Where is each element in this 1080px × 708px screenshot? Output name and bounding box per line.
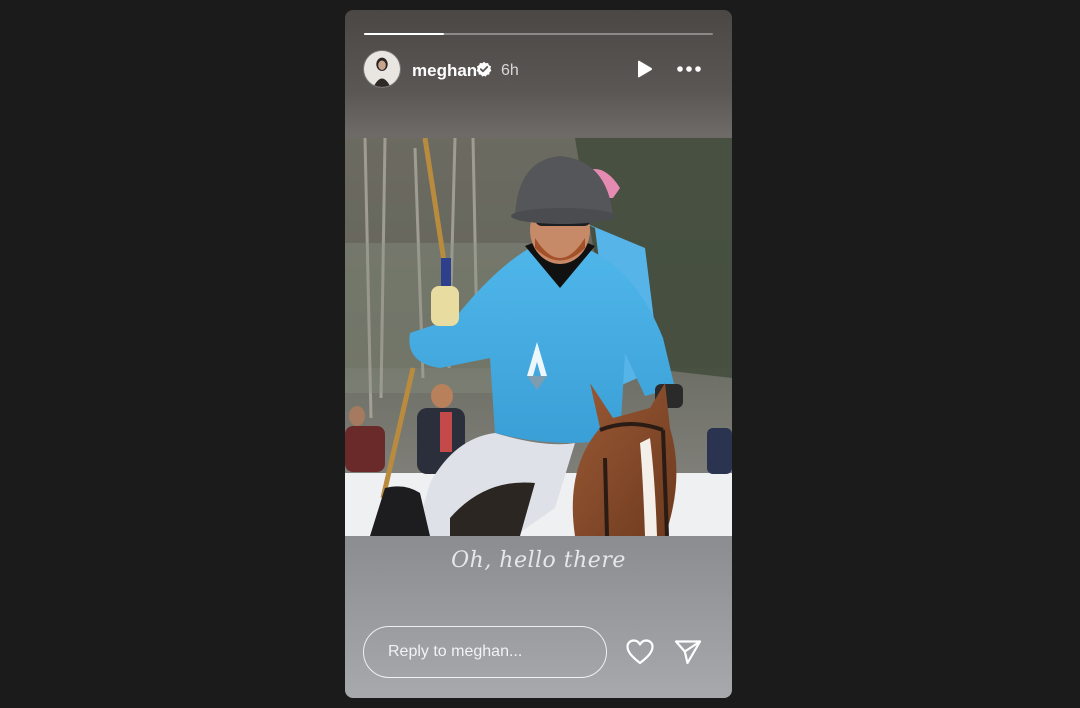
play-icon <box>638 60 653 78</box>
more-options-button[interactable] <box>676 59 702 79</box>
reply-input[interactable] <box>363 626 607 678</box>
heart-icon <box>626 639 654 665</box>
avatar[interactable] <box>363 50 401 88</box>
play-button[interactable] <box>634 59 654 79</box>
verified-badge-icon <box>476 61 492 77</box>
username[interactable]: meghan <box>412 61 477 81</box>
send-icon <box>674 640 702 665</box>
post-time: 6h <box>501 62 519 79</box>
story-progress-fill <box>364 33 445 35</box>
polo-photo-illustration <box>345 138 732 536</box>
like-button[interactable] <box>625 638 655 666</box>
story-progress-bar <box>364 33 713 35</box>
send-button[interactable] <box>673 638 703 666</box>
story-caption: Oh, hello there <box>451 548 626 573</box>
more-dots-icon <box>677 66 701 72</box>
avatar-photo-icon <box>364 51 400 87</box>
story-photo <box>345 138 732 536</box>
story-viewer: meghan 6h Oh, hello there Reply to megha… <box>345 10 732 698</box>
